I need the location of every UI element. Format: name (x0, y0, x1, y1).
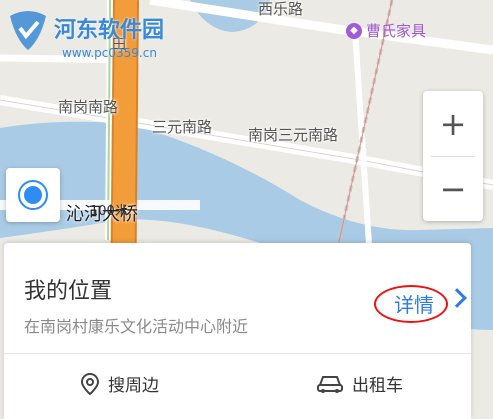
poi-furniture[interactable]: ◆ 曹氏家具 (346, 20, 426, 41)
search-nearby-button[interactable]: 搜周边 (80, 371, 159, 396)
location-subtitle: 在南岗村康乐文化活动中心附近 (24, 317, 249, 336)
scale-label: 100米 (90, 204, 128, 219)
zoom-control: + − (423, 91, 483, 221)
search-nearby-label: 搜周边 (108, 376, 159, 396)
road-label-nangang-south: 南岗南路 (58, 98, 119, 116)
shop-icon: ◆ (346, 22, 362, 39)
detail-button[interactable]: 详情 (374, 283, 467, 323)
taxi-label: 出租车 (352, 376, 403, 396)
taxi-button[interactable]: 出租车 (316, 371, 403, 396)
watermark: 河东软件园 www.pc0359.cn (4, 6, 204, 66)
location-title: 我的位置 (24, 279, 113, 304)
locate-button[interactable] (6, 168, 60, 222)
zoom-in-button[interactable]: + (423, 91, 483, 156)
poi-label: 曹氏家具 (366, 22, 427, 40)
chevron-right-icon (447, 288, 467, 308)
location-target-icon (18, 180, 48, 210)
road-label-sanyuan-south: 三元南路 (152, 118, 213, 136)
watermark-logo-icon (10, 11, 46, 50)
card-divider (4, 353, 471, 354)
watermark-title: 河东软件园 (54, 18, 165, 43)
detail-label: 详情 (394, 292, 434, 317)
road-label-nangang-sanyuan-1: 南岗三元南路 (248, 126, 339, 144)
road-label-top: 西乐路 (258, 0, 304, 18)
taxi-car-icon (317, 375, 343, 393)
location-pin-icon (80, 372, 100, 395)
location-card: 我的位置 在南岗村康乐文化活动中心附近 详情 搜周边 出租车 (4, 243, 471, 419)
watermark-url: www.pc0359.cn (62, 46, 157, 60)
zoom-out-button[interactable]: − (423, 156, 483, 221)
zoom-divider (431, 156, 475, 157)
